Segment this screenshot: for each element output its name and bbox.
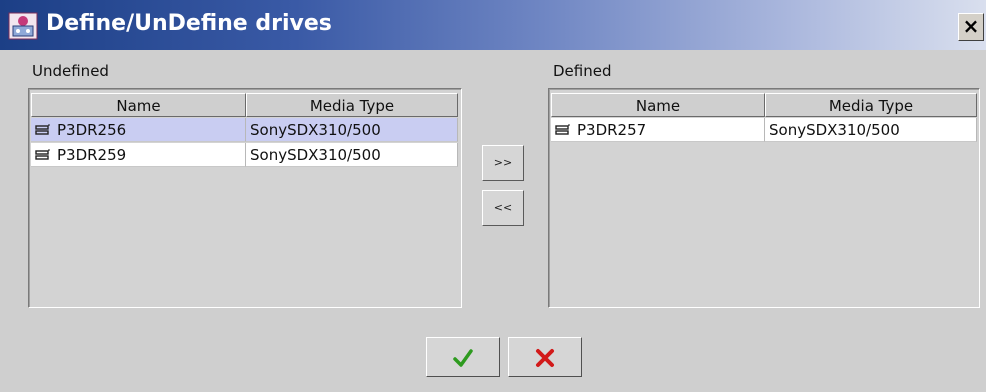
drive-name: P3DR259	[57, 146, 127, 164]
defined-table[interactable]: Name Media Type P3DR257 SonySDX310/500	[548, 88, 980, 308]
undefined-header-media-type[interactable]: Media Type	[246, 93, 458, 117]
drive-name: P3DR256	[57, 121, 127, 139]
tape-drive-icon	[35, 124, 50, 135]
ok-button[interactable]	[426, 337, 500, 377]
defined-header-media-type[interactable]: Media Type	[765, 93, 977, 117]
media-type: SonySDX310/500	[246, 143, 458, 167]
close-button[interactable]: ×	[958, 13, 984, 41]
checkmark-icon	[453, 349, 473, 367]
cancel-button[interactable]	[508, 337, 582, 377]
defined-header-name[interactable]: Name	[551, 93, 765, 117]
defined-label: Defined	[553, 62, 612, 80]
app-icon	[8, 12, 38, 40]
undefined-header-name[interactable]: Name	[31, 93, 246, 117]
media-type: SonySDX310/500	[765, 118, 977, 142]
window-title: Define/UnDefine drives	[46, 11, 332, 36]
undefined-table[interactable]: Name Media Type P3DR256 SonySDX310/500 P…	[28, 88, 462, 308]
x-icon	[536, 349, 554, 367]
move-left-button[interactable]: <<	[482, 190, 524, 226]
tape-drive-icon	[555, 124, 570, 135]
media-type: SonySDX310/500	[246, 118, 458, 142]
title-bar[interactable]: Define/UnDefine drives ×	[0, 0, 986, 50]
drive-name: P3DR257	[577, 121, 647, 139]
move-right-button[interactable]: >>	[482, 145, 524, 181]
undefined-label: Undefined	[32, 62, 109, 80]
tape-drive-icon	[35, 149, 50, 160]
